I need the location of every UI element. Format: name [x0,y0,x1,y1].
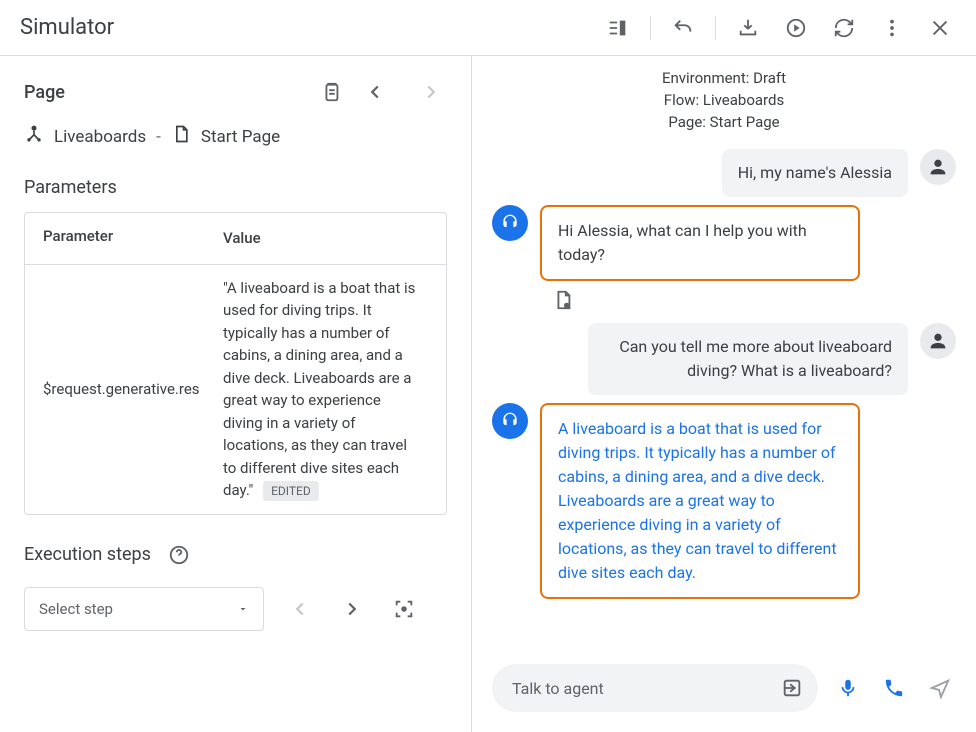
phone-icon[interactable] [878,672,910,704]
chat-log: Hi, my name's Alessia Hi Alessia, what c… [472,141,976,652]
refresh-icon[interactable] [828,12,860,44]
message-bubble[interactable]: Hi, my name's Alessia [722,149,908,197]
app-title: Simulator [20,15,602,40]
breadcrumb-page[interactable]: Start Page [201,127,280,147]
user-avatar [920,323,956,359]
chevron-down-icon [237,603,249,615]
topbar-actions [602,12,956,44]
context-env: Environment: Draft [496,68,952,90]
context-flow: Flow: Liveaboards [496,90,952,112]
step-prev-icon[interactable] [284,593,316,625]
right-panel: Environment: Draft Flow: Liveaboards Pag… [472,56,976,732]
message-bubble[interactable]: Can you tell me more about liveaboard di… [588,323,908,395]
breadcrumb-sep: - [156,127,161,147]
message-bubble[interactable]: A liveaboard is a boat that is used for … [540,403,860,599]
chat-message-agent: Hi Alessia, what can I help you with tod… [492,205,956,281]
page-section-title: Page [24,82,315,103]
table-row[interactable]: $request.generative.res "A liveaboard is… [25,265,446,514]
select-step-placeholder: Select step [39,600,237,618]
page-section-header: Page [24,76,447,108]
more-icon[interactable] [876,12,908,44]
edited-badge: EDITED [263,481,319,501]
chat-message-user: Hi, my name's Alessia [492,149,956,197]
chat-message-user: Can you tell me more about liveaboard di… [492,323,956,395]
execution-steps-header: Execution steps [24,539,447,571]
agent-avatar [492,403,528,439]
prev-page-icon[interactable] [359,76,391,108]
agent-avatar [492,205,528,241]
download-icon[interactable] [732,12,764,44]
chat-message-agent: A liveaboard is a boat that is used for … [492,403,956,599]
chat-input[interactable]: Talk to agent [492,664,818,712]
select-step-dropdown[interactable]: Select step [24,587,264,631]
context-info: Environment: Draft Flow: Liveaboards Pag… [472,56,976,141]
mic-icon[interactable] [832,672,864,704]
message-bubble[interactable]: Hi Alessia, what can I help you with tod… [540,205,860,281]
left-panel: Page Liveaboards - Start Page [0,56,472,732]
user-avatar [920,149,956,185]
header-parameter: Parameter [43,227,223,250]
submit-icon[interactable] [776,672,808,704]
execution-steps-title: Execution steps [24,544,151,565]
topbar: Simulator [0,0,976,56]
flow-icon [24,124,44,149]
response-metadata-icon[interactable]: i [552,289,956,315]
panel-toggle-icon[interactable] [602,12,634,44]
table-header: Parameter Value [25,213,446,265]
close-icon[interactable] [924,12,956,44]
breadcrumb: Liveaboards - Start Page [24,124,447,149]
param-name: $request.generative.res [43,380,223,398]
step-next-icon[interactable] [336,593,368,625]
focus-icon[interactable] [388,593,420,625]
chat-input-placeholder: Talk to agent [512,679,776,698]
page-icon [171,124,191,149]
separator [715,16,716,40]
clipboard-icon[interactable] [315,76,347,108]
chat-input-bar: Talk to agent [472,652,976,732]
parameters-table: Parameter Value $request.generative.res … [24,212,447,515]
play-icon[interactable] [780,12,812,44]
header-value: Value [223,227,428,250]
param-value: "A liveaboard is a boat that is used for… [223,277,428,502]
help-icon[interactable] [163,539,195,571]
breadcrumb-flow[interactable]: Liveaboards [54,127,146,147]
send-icon[interactable] [924,672,956,704]
svg-text:i: i [566,304,567,310]
execution-controls: Select step [24,587,447,631]
main: Page Liveaboards - Start Page [0,56,976,732]
context-page: Page: Start Page [496,112,952,134]
parameters-title: Parameters [24,177,447,198]
next-page-icon[interactable] [415,76,447,108]
undo-icon[interactable] [667,12,699,44]
separator [650,16,651,40]
